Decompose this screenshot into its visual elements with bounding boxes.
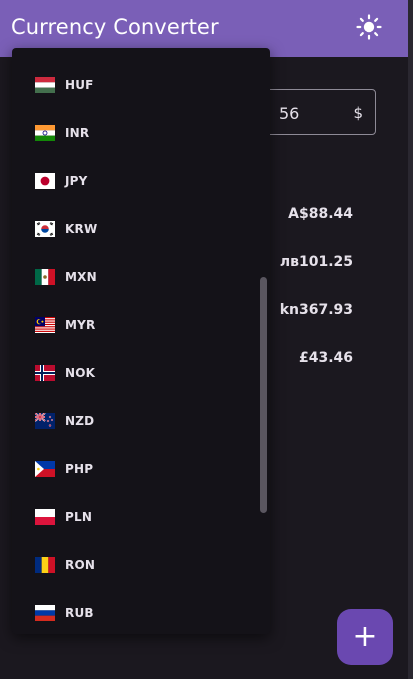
japan-flag-icon <box>35 173 55 189</box>
window-scrollbar[interactable] <box>408 0 413 679</box>
plus-icon: + <box>352 619 378 654</box>
currency-code: KRW <box>65 222 98 236</box>
dropdown-item-krw[interactable]: KRW <box>12 205 258 253</box>
result-gbp: £43.46 <box>298 350 353 366</box>
currency-code: MXN <box>65 270 97 284</box>
hungary-flag-icon <box>35 77 55 93</box>
mexico-flag-icon <box>35 269 55 285</box>
currency-code: RON <box>65 558 96 572</box>
amount-currency-symbol: $ <box>353 104 363 122</box>
dropdown-item-rub[interactable]: RUB <box>12 589 258 634</box>
theme-toggle-button[interactable] <box>356 14 382 40</box>
result-aud: A$88.44 <box>288 206 353 222</box>
dropdown-item-nok[interactable]: NOK <box>12 349 258 397</box>
amount-value: 56 <box>279 104 300 123</box>
currency-code: MYR <box>65 318 96 332</box>
currency-code: PLN <box>65 510 93 524</box>
app-window: Currency Converter 56 $ A$88.44 лв101.25… <box>0 0 413 679</box>
currency-code: NOK <box>65 366 96 380</box>
dropdown-item-nzd[interactable]: NZD <box>12 397 258 445</box>
malaysia-flag-icon <box>35 317 55 333</box>
india-flag-icon <box>35 125 55 141</box>
dropdown-scrollbar[interactable] <box>260 277 267 513</box>
result-hrk: kn367.93 <box>279 302 353 318</box>
dropdown-item-mxn[interactable]: MXN <box>12 253 258 301</box>
add-currency-button[interactable]: + <box>337 609 393 665</box>
currency-dropdown-menu: HUF INR JPY KRW MXN MYR NOK NZD PHP PLN … <box>12 48 270 634</box>
south-korea-flag-icon <box>35 221 55 237</box>
result-bgn: лв101.25 <box>279 254 353 270</box>
currency-code: HUF <box>65 78 94 92</box>
currency-code: INR <box>65 126 90 140</box>
currency-code: NZD <box>65 414 95 428</box>
romania-flag-icon <box>35 557 55 573</box>
dropdown-item-php[interactable]: PHP <box>12 445 258 493</box>
dropdown-item-huf[interactable]: HUF <box>12 61 258 109</box>
russia-flag-icon <box>35 605 55 621</box>
philippines-flag-icon <box>35 461 55 477</box>
dropdown-item-inr[interactable]: INR <box>12 109 258 157</box>
dropdown-item-myr[interactable]: MYR <box>12 301 258 349</box>
app-title: Currency Converter <box>11 15 219 39</box>
currency-code: RUB <box>65 606 94 620</box>
norway-flag-icon <box>35 365 55 381</box>
poland-flag-icon <box>35 509 55 525</box>
new-zealand-flag-icon <box>35 413 55 429</box>
currency-code: JPY <box>65 174 88 188</box>
dropdown-item-pln[interactable]: PLN <box>12 493 258 541</box>
sun-icon <box>356 14 382 40</box>
dropdown-item-ron[interactable]: RON <box>12 541 258 589</box>
dropdown-item-jpy[interactable]: JPY <box>12 157 258 205</box>
currency-code: PHP <box>65 462 94 476</box>
